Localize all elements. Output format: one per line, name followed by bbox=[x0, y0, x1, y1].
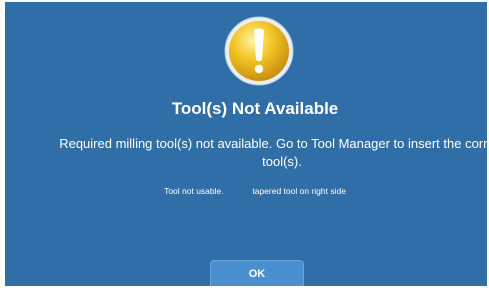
message-line-1: Required milling tool(s) not available. … bbox=[59, 136, 487, 151]
detail-status: Tool not usable. bbox=[164, 186, 224, 196]
ok-button[interactable]: OK bbox=[210, 260, 304, 286]
warning-icon bbox=[224, 16, 294, 86]
dialog-title: Tool(s) Not Available bbox=[171, 99, 339, 118]
detail-reason: tapered tool on right side bbox=[252, 186, 346, 196]
tool-not-available-dialog: Tool(s) Not Available Required milling t… bbox=[5, 2, 487, 286]
dialog-detail: Tool not usable. tapered tool on right s… bbox=[5, 186, 487, 196]
dialog-message: Required milling tool(s) not available. … bbox=[22, 135, 487, 171]
message-line-2: tool(s). bbox=[262, 154, 302, 169]
